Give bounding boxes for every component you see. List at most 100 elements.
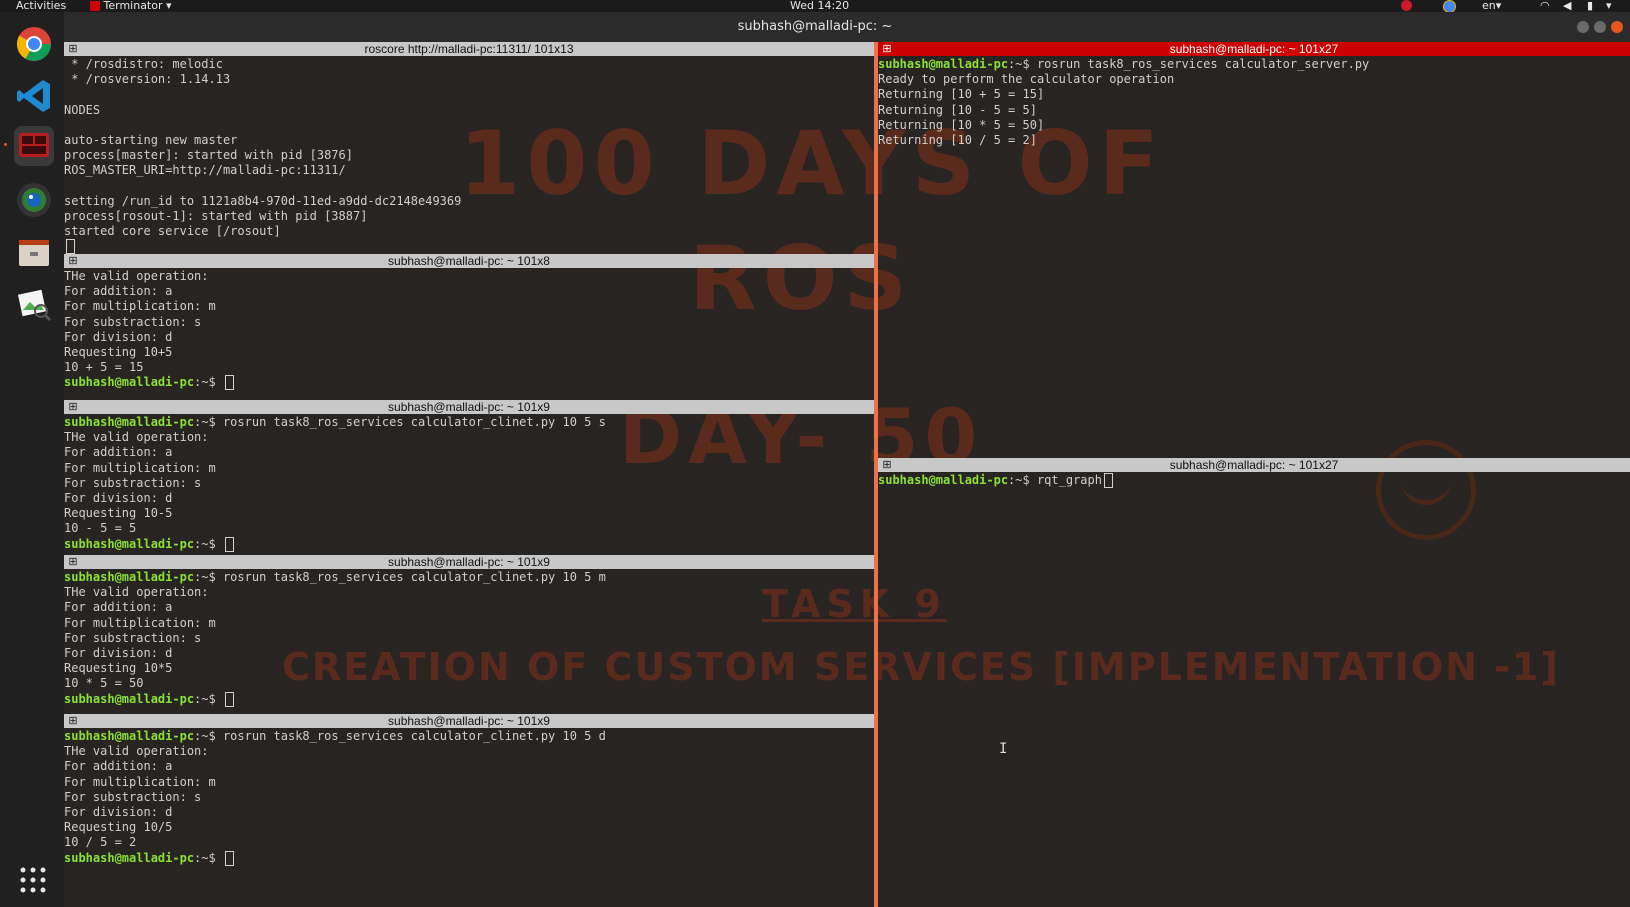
terminal-line: process[master]: started with pid [3876] (64, 148, 353, 163)
terminator-icon[interactable] (14, 126, 54, 166)
terminal-line: For substraction: s (64, 314, 202, 329)
text-cursor (224, 850, 234, 866)
command-text: rosrun task8_ros_services calculator_cli… (222, 729, 606, 743)
maximize-button[interactable] (1594, 21, 1606, 33)
window-title: subhash@malladi-pc: ~ (737, 19, 893, 34)
command-line: subhash@malladi-pc:~$ rqt_graph (878, 473, 1630, 488)
pane-server[interactable]: ⊞ subhash@malladi-pc: ~ 101x27 subhash@m… (878, 42, 1630, 458)
pane-grid-icon[interactable]: ⊞ (882, 44, 892, 55)
pane-grid-icon[interactable]: ⊞ (68, 402, 78, 413)
terminator-small-icon (90, 1, 100, 11)
terminal-line: NODES (64, 102, 101, 117)
image-viewer-icon[interactable] (14, 284, 54, 324)
wifi-icon[interactable]: ◠ (1540, 0, 1550, 12)
window-titlebar[interactable]: subhash@malladi-pc: ~ (0, 12, 1630, 42)
prompt-user: subhash@malladi-pc (64, 536, 195, 551)
pane-title-bar[interactable]: ⊞ subhash@malladi-pc: ~ 101x9 (64, 400, 874, 414)
files-icon[interactable] (14, 232, 54, 272)
terminal-output[interactable]: THe valid operation: For addition: a For m… (64, 268, 874, 391)
terminal-output[interactable]: * /rosdistro: melodic * /rosversion: 1.1… (64, 56, 874, 254)
prompt-user: subhash@malladi-pc (64, 691, 195, 706)
pane-title-bar[interactable]: ⊞ subhash@malladi-pc: ~ 101x9 (64, 714, 874, 728)
active-indicator (4, 143, 7, 146)
volume-icon[interactable]: ◀ (1563, 0, 1571, 12)
terminal-line: For multiplication: m (64, 460, 216, 475)
cursor-line (64, 239, 874, 254)
text-cursor (224, 375, 234, 391)
activities-button[interactable]: Activities (16, 0, 66, 12)
pane-grid-icon[interactable]: ⊞ (68, 256, 78, 267)
terminal-line: 10 / 5 = 2 (64, 835, 137, 850)
terminal-line: THe valid operation: (64, 585, 209, 600)
minimize-button[interactable] (1577, 21, 1589, 33)
pane-client-mul[interactable]: ⊞ subhash@malladi-pc: ~ 101x9 subhash@ma… (64, 555, 874, 714)
terminal-line: For multiplication: m (64, 774, 216, 789)
close-button[interactable] (1611, 21, 1623, 33)
terminal-line: Requesting 10*5 (64, 661, 173, 676)
pane-grid-icon[interactable]: ⊞ (882, 460, 892, 471)
terminal-output[interactable]: subhash@malladi-pc:~$ rosrun task8_ros_s… (64, 569, 874, 707)
terminal-line: Returning [10 / 5 = 2] (878, 132, 1037, 147)
text-cursor (224, 691, 234, 707)
terminal-line: started core service [/rosout] (64, 224, 281, 239)
pane-title-bar[interactable]: ⊞ subhash@malladi-pc: ~ 101x9 (64, 555, 874, 569)
terminal-line: process[rosout-1]: started with pid [388… (64, 208, 368, 223)
prompt-line: subhash@malladi-pc:~$ (64, 691, 874, 707)
pane-title-bar[interactable]: ⊞ subhash@malladi-pc: ~ 101x8 (64, 254, 874, 268)
language-indicator[interactable]: en▾ (1482, 0, 1501, 12)
pane-roscore[interactable]: ⊞ roscore http://malladi-pc:11311/ 101x1… (64, 42, 874, 254)
terminal-line: For division: d (64, 490, 173, 505)
pane-title-bar[interactable]: ⊞ subhash@malladi-pc: ~ 101x27 (878, 458, 1630, 472)
terminal-output[interactable]: subhash@malladi-pc:~$ rosrun task8_ros_s… (64, 728, 874, 866)
terminal-line: For addition: a (64, 759, 173, 774)
text-cursor (66, 239, 75, 254)
terminal-line: Returning [10 - 5 = 5] (878, 102, 1037, 117)
app-menu[interactable]: Terminator ▾ (90, 0, 172, 12)
prompt-suffix: :~$ (1008, 57, 1037, 71)
pane-title: subhash@malladi-pc: ~ 101x27 (1169, 42, 1339, 56)
prompt-suffix: :~$ (194, 729, 223, 743)
prompt-line: subhash@malladi-pc:~$ (64, 536, 874, 552)
vscode-icon[interactable] (14, 76, 54, 116)
dock (0, 12, 64, 907)
pane-client-div[interactable]: ⊞ subhash@malladi-pc: ~ 101x9 subhash@ma… (64, 714, 874, 907)
chrome-icon[interactable] (14, 24, 54, 64)
pane-title-bar[interactable]: ⊞ roscore http://malladi-pc:11311/ 101x1… (64, 42, 874, 56)
pane-rqt[interactable]: ⊞ subhash@malladi-pc: ~ 101x27 subhash@m… (878, 458, 1630, 907)
pane-grid-icon[interactable]: ⊞ (68, 557, 78, 568)
terminal-line: For division: d (64, 329, 173, 344)
pane-grid-icon[interactable]: ⊞ (68, 44, 78, 55)
terminal-line: * /rosdistro: melodic (64, 57, 223, 71)
command-text: rosrun task8_ros_services calculator_cli… (222, 570, 606, 584)
terminal-line: For substraction: s (64, 789, 202, 804)
prompt-suffix: :~$ (194, 570, 223, 584)
chevron-down-icon: ▾ (1495, 0, 1502, 12)
prompt-line: subhash@malladi-pc:~$ (64, 850, 874, 866)
battery-icon[interactable]: ▮ (1587, 0, 1593, 12)
pane-grid-icon[interactable]: ⊞ (68, 716, 78, 727)
camera-icon[interactable] (14, 180, 54, 220)
terminal-line: For division: d (64, 645, 173, 660)
prompt-user: subhash@malladi-pc (878, 473, 1009, 487)
terminal-line: THe valid operation: (64, 269, 209, 283)
prompt-suffix: :~$ (194, 415, 223, 429)
record-indicator-icon[interactable] (1401, 0, 1412, 12)
language-label: en (1482, 0, 1496, 12)
show-applications-icon[interactable] (20, 867, 46, 893)
terminal-line: 10 + 5 = 15 (64, 360, 144, 375)
terminal-line: 10 - 5 = 5 (64, 521, 137, 536)
system-menu-chevron-icon[interactable]: ▾ (1606, 0, 1612, 12)
pane-title-bar-active[interactable]: ⊞ subhash@malladi-pc: ~ 101x27 (878, 42, 1630, 56)
pane-title: subhash@malladi-pc: ~ 101x8 (388, 254, 550, 268)
clock[interactable]: Wed 14:20 (790, 0, 849, 12)
terminal-output[interactable]: subhash@malladi-pc:~$ rosrun task8_ros_s… (64, 414, 874, 552)
pane-client-sub[interactable]: ⊞ subhash@malladi-pc: ~ 101x9 subhash@ma… (64, 400, 874, 555)
pane-client-add[interactable]: ⊞ subhash@malladi-pc: ~ 101x8 THe valid … (64, 254, 874, 400)
terminal-output[interactable]: subhash@malladi-pc:~$ rqt_graph (878, 472, 1630, 488)
terminal-line: Requesting 10+5 (64, 344, 173, 359)
terminal-output[interactable]: subhash@malladi-pc:~$ rosrun task8_ros_s… (878, 56, 1630, 148)
terminal-line: * /rosversion: 1.14.13 (64, 72, 231, 87)
prompt-user: subhash@malladi-pc (64, 375, 195, 390)
terminal-line: 10 * 5 = 50 (64, 676, 144, 691)
